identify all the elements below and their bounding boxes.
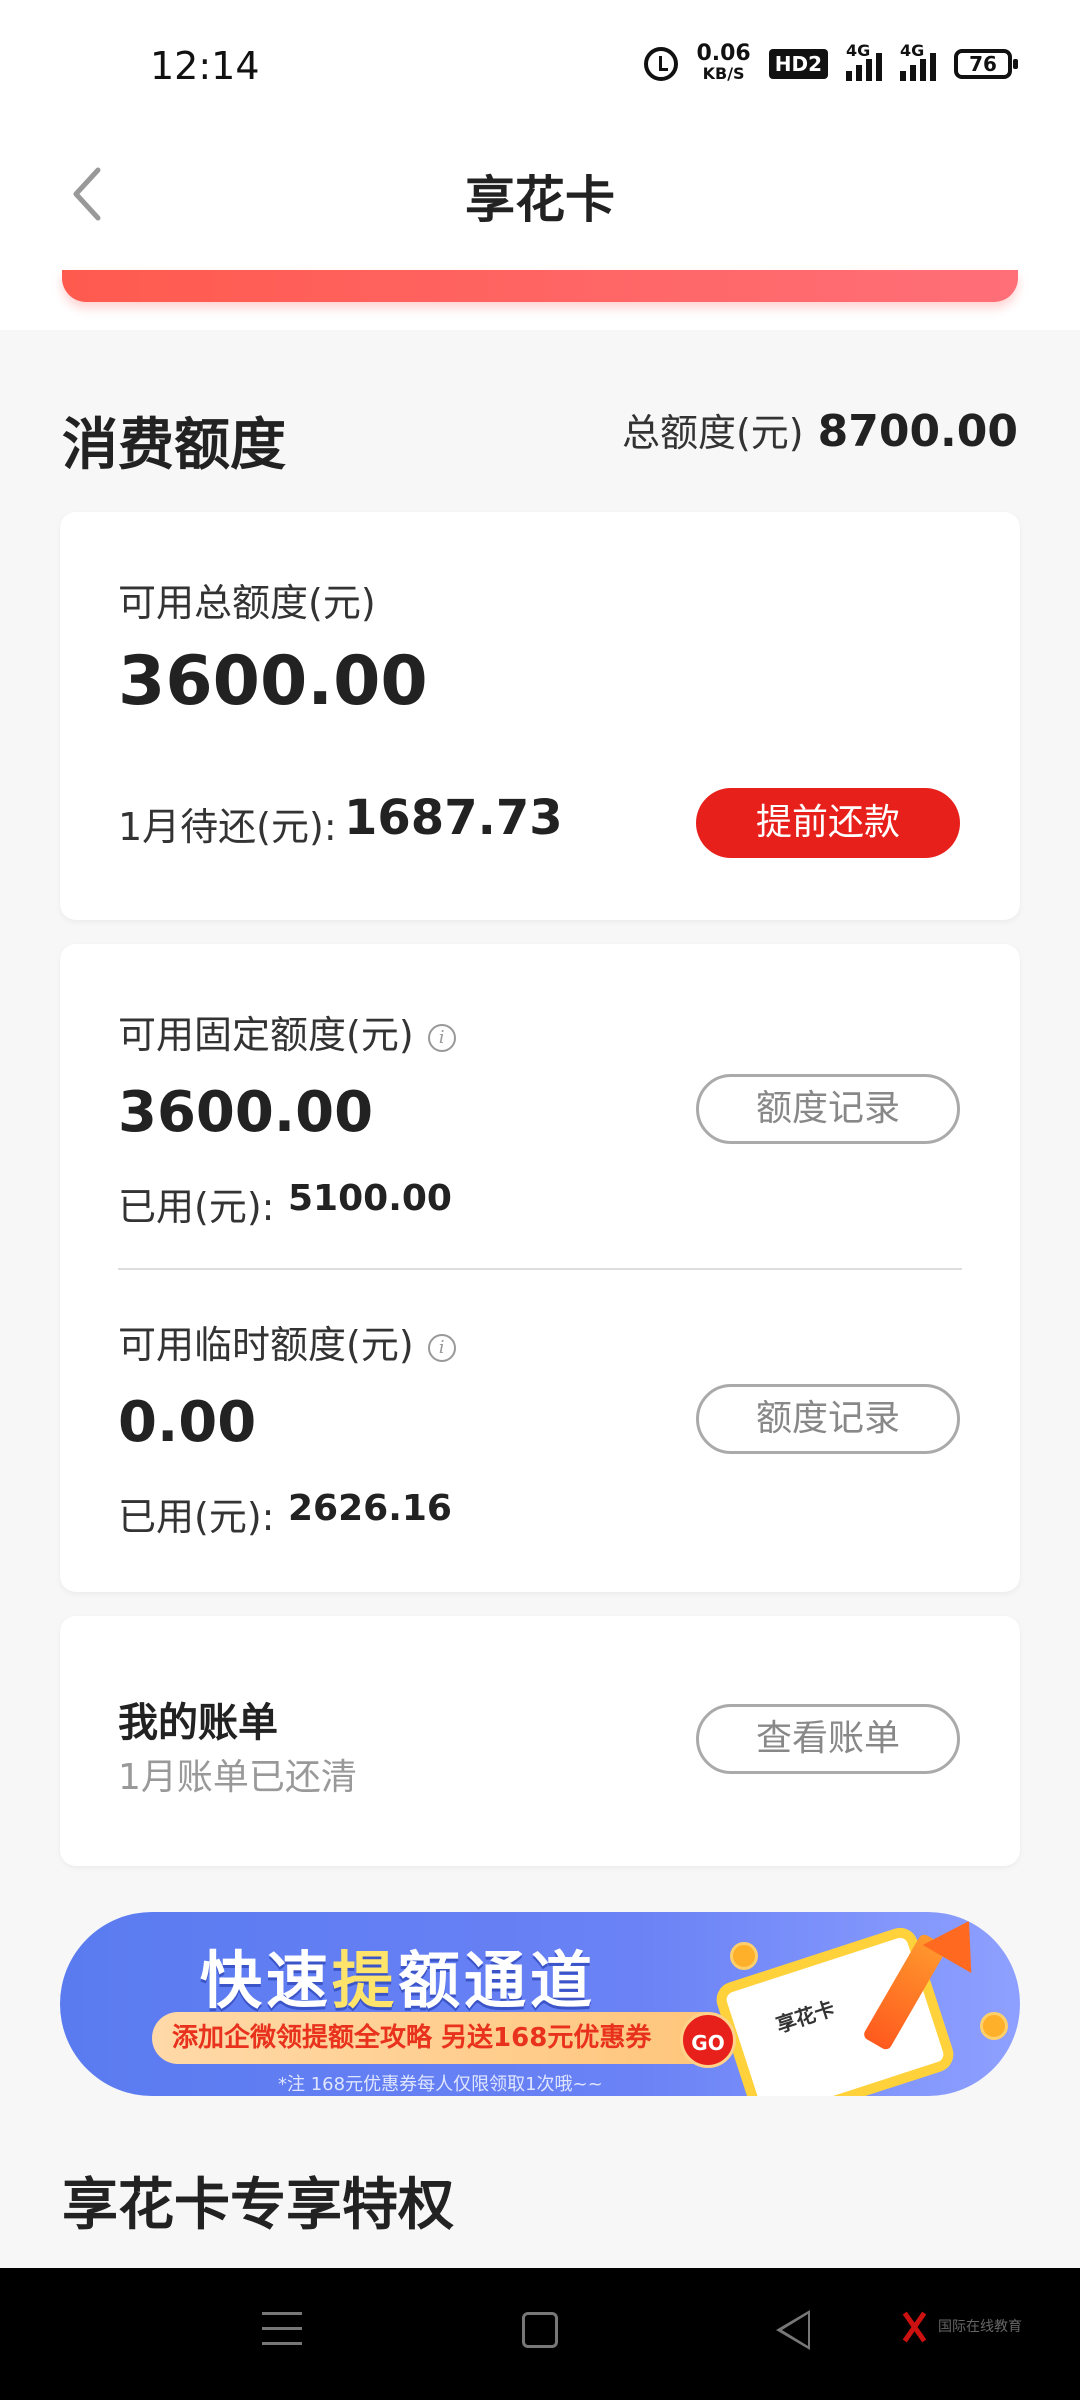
- fixed-quota-label: 可用固定额度(元) i: [118, 1004, 456, 1059]
- total-quota: 总额度(元) 8700.00: [622, 402, 1018, 457]
- available-quota-card: 可用总额度(元) 3600.00 1月待还(元): 1687.73 提前还款: [60, 512, 1020, 920]
- coin-icon: [980, 2012, 1008, 2040]
- fixed-used-value: 5100.00: [288, 1178, 452, 1219]
- total-quota-value: 8700.00: [817, 406, 1018, 457]
- banner-go-button[interactable]: GO: [680, 2012, 736, 2068]
- due-label: 1月待还(元):: [118, 805, 337, 849]
- menu-icon[interactable]: [262, 2312, 302, 2352]
- banner-footnote: *注 168元优惠券每人仅限领取1次哦~~: [278, 2074, 603, 2095]
- page-title: 享花卡: [465, 171, 615, 229]
- hd-icon: HD2: [768, 49, 828, 79]
- available-quota-value: 3600.00: [118, 642, 428, 721]
- card-top-band: [62, 270, 1018, 302]
- available-quota-label: 可用总额度(元): [118, 581, 376, 625]
- view-bill-button[interactable]: 查看账单: [696, 1704, 960, 1774]
- promo-banner[interactable]: 享花卡 快速提额通道 添加企微领提额全攻略 另送168元优惠券 GO *注 16…: [60, 1912, 1020, 2096]
- fixed-quota-value: 3600.00: [118, 1080, 374, 1145]
- fixed-used-label: 已用(元):: [118, 1185, 275, 1229]
- temp-quota-record-button[interactable]: 额度记录: [696, 1384, 960, 1454]
- early-repay-button[interactable]: 提前还款: [696, 788, 960, 858]
- coin-icon: [730, 1942, 758, 1970]
- temp-quota-value: 0.00: [118, 1390, 257, 1455]
- banner-offer-text: 添加企微领提额全攻略 另送168元优惠券: [152, 2012, 732, 2064]
- banner-title: 快速提额通道: [200, 1930, 596, 2020]
- signal-icon: 4G: [846, 41, 882, 81]
- bill-title: 我的账单: [118, 1700, 278, 1746]
- status-bar: 12:14 0.06 KB/S HD2 4G 4G 76: [0, 0, 1080, 120]
- watermark: 国际在线教育: [900, 2310, 1022, 2342]
- watermark-logo-icon: [900, 2310, 928, 2342]
- home-icon[interactable]: [522, 2312, 558, 2348]
- network-speed-value: 0.06: [696, 41, 751, 66]
- signal-label-2: 4G: [900, 41, 925, 60]
- divider: [118, 1268, 962, 1270]
- due-value: 1687.73: [344, 790, 563, 846]
- temp-used-value: 2626.16: [288, 1488, 452, 1529]
- signal-label: 4G: [846, 41, 871, 60]
- watermark-text: 国际在线教育: [938, 2319, 1022, 2335]
- status-time: 12:14: [150, 44, 260, 88]
- battery-icon: 76: [954, 49, 1018, 79]
- status-icons: 0.06 KB/S HD2 4G 4G 76: [644, 41, 1018, 84]
- temp-quota-label: 可用临时额度(元) i: [118, 1314, 456, 1369]
- banner-title-part2: 额通道: [398, 1944, 597, 2017]
- app-header: 享花卡: [0, 120, 1080, 270]
- signal-icon-2: 4G: [900, 41, 936, 81]
- alarm-icon: [644, 47, 679, 81]
- bill-status: 1月账单已还清: [118, 1757, 357, 1798]
- info-icon[interactable]: i: [427, 1333, 456, 1362]
- total-quota-label: 总额度(元): [621, 411, 804, 455]
- temp-quota-label-text: 可用临时额度(元): [118, 1323, 414, 1367]
- page: 12:14 0.06 KB/S HD2 4G 4G 76 享花卡 消费额度 总额…: [0, 0, 1080, 2268]
- fixed-quota-label-text: 可用固定额度(元): [118, 1013, 414, 1057]
- bill-card: 我的账单 1月账单已还清 查看账单: [60, 1616, 1020, 1866]
- system-nav-bar: 国际在线教育: [0, 2268, 1080, 2400]
- quota-detail-card: 可用固定额度(元) i 3600.00 额度记录 已用(元): 5100.00 可…: [60, 944, 1020, 1592]
- banner-title-highlight: 提: [332, 1944, 399, 2017]
- nav-back-icon-inner: [782, 2314, 808, 2346]
- quota-section-title: 消费额度: [62, 413, 286, 478]
- card-illustration-label: 享花卡: [773, 1995, 838, 2038]
- banner-title-part1: 快速: [200, 1944, 333, 2017]
- info-icon[interactable]: i: [427, 1023, 456, 1052]
- network-speed-unit: KB/S: [702, 64, 745, 83]
- network-speed: 0.06 KB/S: [696, 41, 751, 84]
- privileges-section-title: 享花卡专享特权: [62, 2173, 454, 2238]
- fixed-quota-record-button[interactable]: 额度记录: [696, 1074, 960, 1144]
- temp-used-label: 已用(元):: [118, 1495, 275, 1539]
